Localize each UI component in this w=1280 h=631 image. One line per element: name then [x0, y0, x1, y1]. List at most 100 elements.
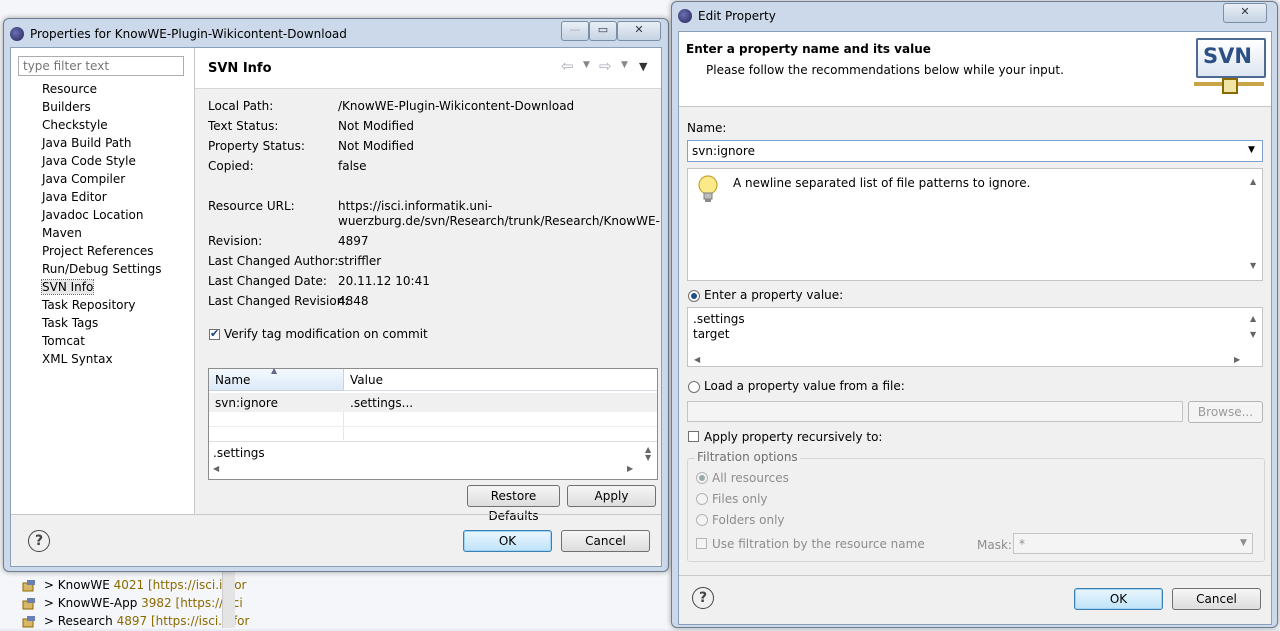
cancel-button[interactable]: Cancel: [561, 530, 650, 552]
all-resources-radio[interactable]: [696, 472, 708, 484]
nav-item-java-build-path[interactable]: Java Build Path: [42, 136, 131, 150]
nav-item-builders[interactable]: Builders: [42, 100, 91, 114]
table-row[interactable]: svn:ignore .settings...: [209, 393, 657, 412]
apply-recursively-checkbox[interactable]: [688, 431, 699, 442]
info-label: Last Changed Date:: [208, 274, 327, 288]
ok-button[interactable]: OK: [1074, 588, 1163, 610]
nav-item-xml-syntax[interactable]: XML Syntax: [42, 352, 113, 366]
nav-item-java-code-style[interactable]: Java Code Style: [42, 154, 136, 168]
forward-arrow-icon[interactable]: ⇨: [599, 57, 612, 75]
use-filtration-checkbox[interactable]: [696, 538, 707, 549]
column-header-name[interactable]: Name ▲: [209, 366, 344, 391]
name-value: svn:ignore: [692, 144, 755, 158]
scroll-down-arrow[interactable]: ▼: [1250, 261, 1256, 270]
cancel-button[interactable]: Cancel: [1172, 588, 1261, 610]
dialog-title-bar: Properties for KnowWE-Plugin-Wikicontent…: [10, 23, 347, 45]
page-header: SVN Info ⇦ ▼ ⇨ ▼ ▼: [195, 48, 661, 89]
properties-client-area: Resource Builders Checkstyle Java Build …: [10, 47, 662, 567]
scroll-left-arrow[interactable]: ◀: [694, 355, 700, 364]
load-from-file-radio[interactable]: [688, 381, 700, 393]
tree-item-knowwe[interactable]: > KnowWE 4021 [https://isci.infor: [22, 578, 246, 592]
svn-info-page: SVN Info ⇦ ▼ ⇨ ▼ ▼ Local Path: /KnowWE-P…: [195, 48, 661, 523]
scroll-right-arrow[interactable]: ▶: [627, 464, 633, 473]
scroll-down-arrow[interactable]: ▼: [1250, 330, 1256, 339]
view-menu-icon[interactable]: ▼: [639, 60, 647, 73]
scroll-down-arrow[interactable]: ▼: [645, 453, 651, 462]
nav-item-tomcat[interactable]: Tomcat: [42, 334, 85, 348]
enter-value-label: Enter a property value:: [704, 288, 844, 302]
info-label: Last Changed Author:: [208, 254, 339, 268]
column-header-value[interactable]: Value: [344, 369, 657, 391]
tree-name: KnowWE: [57, 578, 110, 592]
scroll-up-arrow[interactable]: ▲: [1250, 177, 1256, 186]
close-button[interactable]: ✕: [617, 21, 661, 41]
forward-dropdown-icon[interactable]: ▼: [621, 60, 628, 70]
apply-button[interactable]: Apply: [567, 485, 656, 507]
nav-item-resource[interactable]: Resource: [42, 82, 97, 96]
apply-recursively-label: Apply property recursively to:: [704, 430, 883, 444]
nav-item-maven[interactable]: Maven: [42, 226, 82, 240]
close-button[interactable]: ✕: [1223, 3, 1267, 23]
column-header-value-label: Value: [350, 373, 383, 387]
nav-item-java-compiler[interactable]: Java Compiler: [42, 172, 125, 186]
tree-name: KnowWE-App: [57, 596, 138, 610]
info-value: https://isci.informatik.uni-: [338, 199, 493, 213]
tree-item-knowwe-app[interactable]: > KnowWE-App 3982 [https://isci: [22, 596, 243, 610]
scroll-up-arrow[interactable]: ▲: [1250, 314, 1256, 323]
background-scrollbar[interactable]: [222, 570, 235, 628]
help-icon[interactable]: ?: [28, 530, 50, 552]
enter-value-radio[interactable]: [688, 290, 700, 302]
filter-input[interactable]: [18, 56, 184, 76]
footer-divider: [11, 514, 661, 515]
verify-tag-label: Verify tag modification on commit: [224, 327, 428, 341]
info-value: 4897: [338, 234, 369, 248]
folders-only-radio[interactable]: [696, 514, 708, 526]
dialog-title: Properties for KnowWE-Plugin-Wikicontent…: [30, 27, 347, 41]
restore-defaults-button[interactable]: Restore Defaults: [467, 485, 560, 523]
mask-label: Mask:: [977, 538, 1012, 552]
table-cell-name: svn:ignore: [215, 396, 278, 410]
help-icon[interactable]: ?: [692, 587, 714, 609]
ok-button[interactable]: OK: [463, 530, 552, 552]
chevron-down-icon[interactable]: ▼: [1240, 538, 1247, 548]
lightbulb-icon: [695, 174, 721, 206]
files-only-radio[interactable]: [696, 493, 708, 505]
nav-item-javadoc-location[interactable]: Javadoc Location: [42, 208, 143, 222]
info-value: striffler: [338, 254, 382, 268]
maximize-button[interactable]: ▭: [589, 21, 617, 41]
header-subtitle: Please follow the recommendations below …: [706, 63, 1064, 77]
tree-prefix: >: [43, 578, 54, 592]
back-arrow-icon[interactable]: ⇦: [561, 57, 574, 75]
browse-button[interactable]: Browse...: [1188, 401, 1263, 423]
use-filtration-label: Use filtration by the resource name: [712, 537, 925, 551]
info-label: Text Status:: [208, 119, 279, 133]
nav-item-run-debug-settings[interactable]: Run/Debug Settings: [42, 262, 162, 276]
preview-divider: [209, 441, 657, 442]
dialog-title-bar: Edit Property: [678, 5, 776, 27]
scroll-right-arrow[interactable]: ▶: [1234, 355, 1240, 364]
filtration-title: Filtration options: [695, 450, 800, 464]
back-dropdown-icon[interactable]: ▼: [583, 60, 590, 70]
verify-tag-checkbox[interactable]: ✔: [209, 327, 220, 340]
mask-combo[interactable]: * ▼: [1013, 533, 1253, 554]
eclipse-icon: [678, 8, 692, 23]
nav-item-task-tags[interactable]: Task Tags: [42, 316, 98, 330]
nav-item-checkstyle[interactable]: Checkstyle: [42, 118, 108, 132]
file-path-input[interactable]: [687, 401, 1183, 422]
name-combo[interactable]: svn:ignore ▼: [687, 140, 1263, 162]
nav-item-svn-info[interactable]: SVN Info: [40, 279, 95, 295]
svn-logo-text: SVN: [1203, 44, 1252, 68]
chevron-down-icon[interactable]: ▼: [1248, 145, 1255, 155]
nav-item-task-repository[interactable]: Task Repository: [42, 298, 136, 312]
scroll-left-arrow[interactable]: ◀: [213, 464, 219, 473]
load-from-file-label: Load a property value from a file:: [704, 379, 905, 393]
edit-property-dialog: Edit Property ✕ Enter a property name an…: [671, 1, 1278, 628]
minimize-button[interactable]: —: [561, 21, 589, 41]
nav-item-java-editor[interactable]: Java Editor: [42, 190, 107, 204]
info-value: Not Modified: [338, 139, 415, 153]
tree-item-research[interactable]: > Research 4897 [https://isci.infor: [22, 614, 249, 628]
edit-property-client-area: Enter a property name and its value Plea…: [678, 31, 1272, 625]
page-title: SVN Info: [208, 61, 272, 76]
property-value-textarea[interactable]: .settings target ▲ ▼ ◀ ▶: [687, 307, 1263, 367]
nav-item-project-references[interactable]: Project References: [42, 244, 154, 258]
